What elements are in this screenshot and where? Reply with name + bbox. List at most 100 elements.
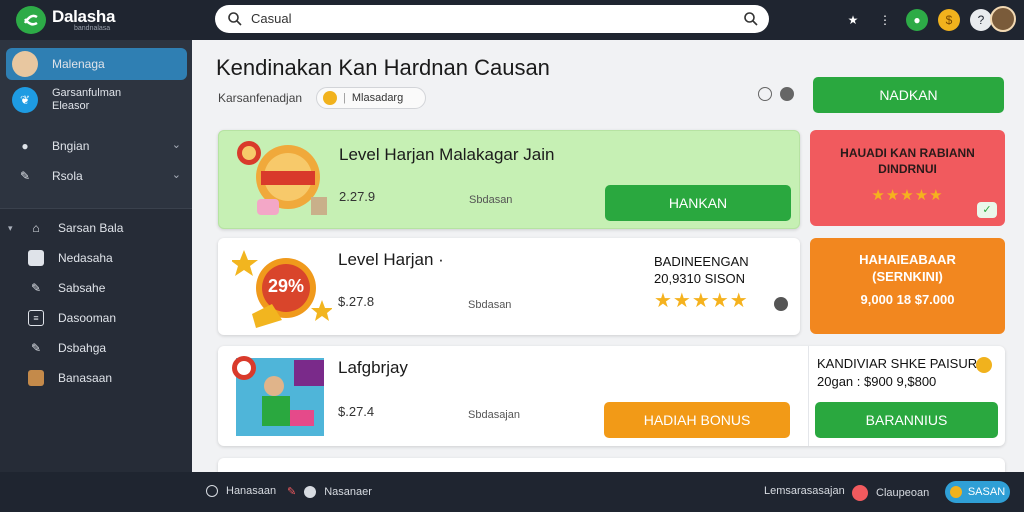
bottom-item-label: Claupeoan: [876, 487, 930, 499]
filter-chip-label: Mlasadarg: [351, 92, 404, 104]
search-icon: [227, 11, 243, 32]
sidebar-item-rsola[interactable]: ✎ Rsola ⌄: [6, 160, 187, 192]
promo-line: 20,9310 SISON: [654, 271, 746, 286]
bottom-item-2[interactable]: ✎ Nasanaer: [287, 485, 372, 498]
promo-card-subtitle: (SERNKINI): [872, 269, 943, 284]
pin-icon: ✎: [30, 341, 42, 355]
promo-card-title: HAUADI KAN RABIANN: [840, 146, 975, 160]
page-title: Kendinakan Kan Hardnan Causan: [216, 55, 550, 80]
promo-card-orange[interactable]: HAHAIEABAAR (SERNKINI) 9,000 18 $7.000: [810, 238, 1005, 334]
game-card-action-button[interactable]: HANKAN: [605, 185, 791, 221]
sidebar-item-sarsan[interactable]: ▾ ⌂ Sarsan Bala: [6, 212, 187, 244]
game-card-title[interactable]: Lafgbrjay: [338, 358, 408, 378]
bottom-action-label: SASAN: [967, 486, 1006, 498]
pin-icon: ✎: [287, 486, 297, 498]
settings-icon[interactable]: [758, 87, 772, 101]
game-card-subtitle: Sbdasajan: [468, 409, 520, 421]
sidebar-item-eleasor[interactable]: ❦ Garsanfulman Eleasor: [6, 82, 187, 118]
filter-chip[interactable]: | Mlasadarg: [316, 87, 426, 109]
rating-stars-icon: ★★★★★: [871, 187, 944, 204]
promo-line: 20gan : $900 9,$800: [817, 374, 937, 389]
star-icon[interactable]: ★: [842, 9, 864, 31]
game-card-price: $.27.8: [338, 294, 375, 309]
document-icon: ≡: [28, 310, 44, 326]
tag-icon: ✎: [30, 281, 42, 295]
bottom-item-label: Hanasaan: [226, 485, 277, 497]
help-icon[interactable]: ?: [970, 9, 992, 31]
bonus-button[interactable]: HADIAH BONUS: [604, 402, 790, 438]
sidebar-item-dsbahga[interactable]: ✎ Dsbahga: [6, 332, 187, 364]
info-icon[interactable]: [976, 357, 992, 373]
game-card-3[interactable]: Lafgbrjay $.27.4 Sbdasajan HADIAH BONUS …: [218, 346, 1005, 446]
sidebar-item-label: Rsola: [52, 169, 83, 183]
game-card-2[interactable]: 29% Level Harjan · $.27.8 Sbdasan BADINE…: [218, 238, 800, 335]
coin-icon: [323, 91, 337, 105]
sidebar-item-label: Sarsan Bala: [58, 221, 124, 235]
bottom-item-3[interactable]: Lemsarasasajan: [764, 485, 845, 497]
game-card-title[interactable]: Level Harjan ·: [338, 250, 444, 270]
sidebar-item-label: Sabsahe: [58, 281, 106, 295]
game-card-1[interactable]: Level Harjan Malakagar Jain 2.27.9 Sbdas…: [218, 130, 800, 229]
user-thumbnail-icon: [28, 370, 44, 386]
person-icon: ●: [21, 139, 29, 153]
sidebar-item-dasooman[interactable]: ≡ Dasooman: [6, 302, 187, 334]
sidebar-item-label: Dasooman: [58, 311, 117, 325]
user-avatar-icon: [12, 51, 38, 77]
notification-icon[interactable]: ●: [906, 9, 928, 31]
home-icon: ⌂: [32, 221, 40, 235]
clock-icon: [206, 485, 218, 497]
bottom-item-1[interactable]: Hanasaan: [206, 485, 276, 497]
sidebar-item-label: Dsbahga: [58, 341, 107, 355]
app-brand-subtitle: bandnalasa: [74, 25, 111, 32]
search-input[interactable]: Casual: [251, 11, 291, 26]
sidebar-item-label: Garsanfulman Eleasor: [52, 87, 122, 112]
sidebar-divider: [0, 208, 192, 209]
game-art-1: [233, 139, 333, 223]
menu-dots-icon[interactable]: ⋮: [874, 9, 896, 31]
sidebar-item-label: Banasaan: [58, 371, 113, 385]
promo-card-subtitle: DINDRNUI: [878, 162, 937, 176]
app-logo-icon[interactable]: [16, 6, 46, 34]
promo-title: KANDIVIAR SHKE PAISUR: [817, 356, 978, 371]
promo-action-button[interactable]: BARANNIUS: [815, 402, 998, 438]
search-submit-icon[interactable]: [743, 11, 759, 32]
search-bar[interactable]: Casual: [215, 5, 769, 33]
promo-card-line: 9,000 18 $7.000: [860, 292, 955, 307]
sidebar-item-sabsahe[interactable]: ✎ Sabsahe: [6, 272, 187, 304]
view-toggle-group: [758, 87, 794, 101]
game-card-subtitle: Sbdasan: [468, 299, 512, 311]
pin-icon: ✎: [19, 169, 31, 183]
rating-stars-icon: ★★★★★: [654, 290, 749, 312]
breadcrumb[interactable]: Karsanfenadjan: [218, 91, 302, 105]
game-card-4-partial[interactable]: [218, 458, 1005, 472]
discount-badge: 29%: [267, 276, 305, 296]
settings-icon: [304, 485, 317, 498]
leaf-icon: ❦: [12, 87, 38, 113]
promo-card-red[interactable]: HAUADI KAN RABIANN DINDRNUI ★★★★★ ✓: [810, 130, 1005, 226]
bottom-item-label: Nasanaer: [324, 485, 372, 498]
bottom-item-4[interactable]: Claupeoan: [852, 485, 929, 501]
check-icon[interactable]: [780, 87, 794, 101]
user-avatar[interactable]: [990, 6, 1016, 32]
info-icon[interactable]: [774, 297, 788, 311]
sidebar-item-malenaga[interactable]: Malenaga: [6, 48, 187, 80]
bottom-action-button[interactable]: SASAN: [945, 481, 1010, 503]
sidebar-item-bngian[interactable]: ● Bngian ⌄: [6, 130, 187, 162]
game-card-price: $.27.4: [338, 404, 375, 419]
checkmark-icon[interactable]: ✓: [977, 202, 997, 218]
sidebar-item-label: Malenaga: [52, 57, 105, 71]
primary-action-button[interactable]: NADKAN: [813, 77, 1004, 113]
bottom-bar: Hanasaan ✎ Nasanaer Lemsarasasajan Claup…: [0, 472, 1024, 512]
game-card-title[interactable]: Level Harjan Malakagar Jain: [339, 145, 554, 165]
coin-icon[interactable]: $: [938, 9, 960, 31]
game-art-3: [230, 354, 330, 438]
top-bar: Dalasha bandnalasa Casual ★ ⋮ ● $ ?: [0, 0, 1024, 40]
promo-card-title: HAHAIEABAAR: [859, 252, 956, 267]
sidebar-item-nedasaha[interactable]: Nedasaha: [6, 242, 187, 274]
user-avatar-icon: [852, 485, 868, 501]
divider-icon: |: [343, 92, 346, 104]
sidebar-item-label: Nedasaha: [58, 251, 113, 265]
game-card-price: 2.27.9: [339, 189, 376, 204]
chevron-down-icon: ⌄: [171, 169, 181, 181]
sidebar-item-banasaan[interactable]: Banasaan: [6, 362, 187, 394]
